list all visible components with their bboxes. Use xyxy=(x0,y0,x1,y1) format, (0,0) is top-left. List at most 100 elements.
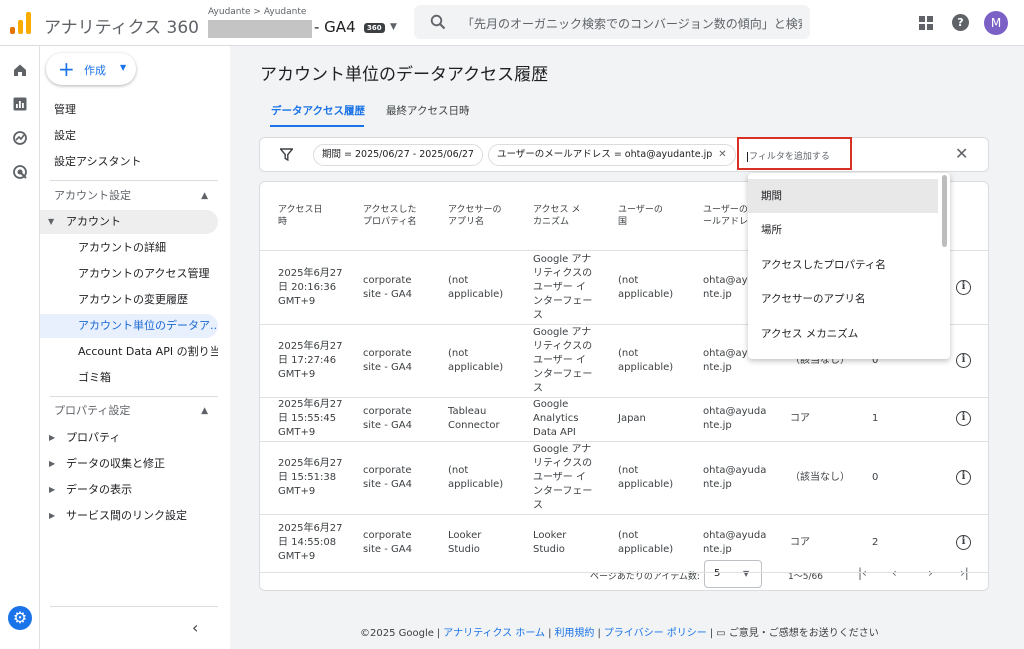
nav-item-account-change-history[interactable]: アカウントの変更履歴 xyxy=(40,288,218,312)
nav-item-account-access[interactable]: アカウントのアクセス管理 xyxy=(40,262,218,286)
next-page-icon[interactable]: › xyxy=(928,566,933,580)
account-settings-label: アカウント設定 xyxy=(54,189,131,202)
cell-email: ohta@ayuda nte.jp xyxy=(703,530,767,555)
cell-app-name: Looker Studio xyxy=(448,530,482,555)
filter-funnel-icon[interactable] xyxy=(280,148,293,161)
cell-app-name: (not applicable) xyxy=(448,347,504,373)
last-page-icon[interactable]: ›| xyxy=(960,566,969,580)
nav-group-account[interactable]: ▼ アカウント xyxy=(40,210,218,234)
create-button-label: 作成 xyxy=(84,64,106,77)
property-settings-section[interactable]: プロパティ設定 ▲ xyxy=(40,398,218,424)
cell-access-date: 2025年6月27 日 14:55:08 GMT+9 xyxy=(278,523,343,562)
cell-property-name: corporate site - GA4 xyxy=(363,406,412,431)
nav-item-setup-assistant[interactable]: 設定アシスタント xyxy=(40,150,218,174)
expand-caret-icon: ▶ xyxy=(49,459,56,468)
chevron-up-icon: ▲ xyxy=(201,406,208,416)
cell-property-name: corporate site - GA4 xyxy=(363,464,412,490)
add-filter-input[interactable]: フィルタを追加する xyxy=(747,149,830,162)
column-header-property-name[interactable]: アクセスした プロパティ名 xyxy=(363,204,417,228)
row-divider xyxy=(260,441,988,442)
nav-group-account-label: アカウント xyxy=(66,215,121,228)
column-header-country[interactable]: ユーザーの国 xyxy=(618,204,663,228)
advertising-icon[interactable] xyxy=(12,164,28,180)
nav-group-property[interactable]: ▶ プロパティ xyxy=(40,426,218,450)
expand-caret-icon: ▼ xyxy=(48,217,55,226)
explore-icon[interactable] xyxy=(12,130,28,146)
row-info-icon[interactable]: i xyxy=(956,279,971,295)
tab-last-access-time[interactable]: 最終アクセス日時 xyxy=(386,103,469,118)
expand-caret-icon: ▶ xyxy=(49,511,56,520)
dropdown-option-date-range[interactable]: 期間 xyxy=(748,179,938,213)
cell-product: （該当なし） xyxy=(790,471,850,483)
clear-filters-close-icon[interactable]: ✕ xyxy=(955,144,968,163)
reports-icon[interactable] xyxy=(12,96,28,112)
nav-item-account-data-access[interactable]: アカウント単位のデータア... xyxy=(40,314,218,338)
first-page-icon[interactable]: |‹ xyxy=(858,566,867,580)
row-info-icon[interactable]: i xyxy=(956,469,971,485)
dropdown-option-mechanism[interactable]: アクセス メカニズム xyxy=(748,317,938,351)
property-name[interactable]: - GA4 xyxy=(314,18,356,36)
tab-data-access-history[interactable]: データアクセス履歴 xyxy=(271,103,365,118)
cell-country: (not applicable) xyxy=(618,347,674,373)
home-icon[interactable] xyxy=(12,62,28,78)
filter-chip-date[interactable]: 期間 = 2025/06/27 - 2025/06/27 xyxy=(313,144,483,166)
cell-app-name: (not applicable) xyxy=(448,464,504,490)
footer-link-privacy[interactable]: プライバシー ポリシー xyxy=(604,628,707,639)
divider xyxy=(50,180,218,181)
property-chevron-down-icon[interactable]: ▼ xyxy=(390,22,397,32)
dropdown-option-property-name[interactable]: アクセスしたプロパティ名 xyxy=(748,248,938,282)
footer-link-terms[interactable]: 利用規約 xyxy=(554,628,594,639)
cell-mechanism: Google アナ リティクスの ユーザー インターフェース xyxy=(533,253,593,321)
filter-bar: 期間 = 2025/06/27 - 2025/06/27 ユーザーのメールアドレ… xyxy=(259,137,989,172)
nav-item-account-details[interactable]: アカウントの詳細 xyxy=(40,236,218,260)
filter-chip-email[interactable]: ユーザーのメールアドレス = ohta@ayudante.jp ✕ xyxy=(488,144,736,166)
cell-property-name: corporate site - GA4 xyxy=(363,274,412,300)
nav-group-label: データの収集と修正 xyxy=(66,457,165,470)
footer-link-analytics-home[interactable]: アナリティクス ホーム xyxy=(443,628,545,639)
admin-gear-icon[interactable]: ⚙ xyxy=(8,606,32,630)
apps-grid-icon[interactable] xyxy=(919,16,933,30)
column-header-app-name[interactable]: アクセサーの アプリ名 xyxy=(448,204,502,228)
cell-country: (not applicable) xyxy=(618,530,674,555)
column-header-mechanism[interactable]: アクセス メカニズム xyxy=(533,204,580,228)
create-button[interactable]: + 作成 ▼ xyxy=(46,53,136,85)
row-info-icon[interactable]: i xyxy=(956,535,971,550)
collapse-nav-chevron-left-icon[interactable]: ‹ xyxy=(192,618,198,637)
analytics-logo-icon[interactable] xyxy=(10,12,32,34)
row-info-icon[interactable]: i xyxy=(956,352,971,368)
nav-item-trash[interactable]: ゴミ箱 xyxy=(40,366,218,390)
nav-group-data-display[interactable]: ▶ データの表示 xyxy=(40,478,218,502)
search-placeholder[interactable]: 「先月のオーガニック検索でのコンバージョン数の傾向」と検索... xyxy=(462,15,802,32)
expand-caret-icon: ▶ xyxy=(49,485,56,494)
nav-group-data-collection[interactable]: ▶ データの収集と修正 xyxy=(40,452,218,476)
dropdown-option-location[interactable]: 場所 xyxy=(748,213,938,247)
cell-mechanism: Google Analytics Data API xyxy=(533,399,579,438)
row-info-icon[interactable]: i xyxy=(956,411,971,426)
nav-group-label: プロパティ xyxy=(66,431,121,444)
account-settings-section[interactable]: アカウント設定 ▲ xyxy=(40,183,218,209)
help-icon[interactable]: ? xyxy=(952,14,969,31)
previous-page-icon[interactable]: ‹ xyxy=(892,566,897,580)
cell-country: (not applicable) xyxy=(618,274,674,300)
avatar[interactable]: M xyxy=(984,11,1008,35)
account-breadcrumb[interactable]: Ayudante > Ayudante xyxy=(208,7,306,17)
cell-mechanism: Google アナ リティクスの ユーザー インターフェース xyxy=(533,326,593,394)
filter-dimension-dropdown: 期間 場所 アクセスしたプロパティ名 アクセサーのアプリ名 アクセス メカニズム xyxy=(748,173,950,359)
nav-item-account-data-api[interactable]: Account Data API の割り当... xyxy=(40,340,218,364)
filter-chip-label: 期間 = 2025/06/27 - 2025/06/27 xyxy=(322,149,474,160)
dropdown-scrollbar[interactable] xyxy=(942,175,947,247)
column-header-access-date[interactable]: アクセス日時 xyxy=(278,204,323,228)
search-bar[interactable]: 「先月のオーガニック検索でのコンバージョン数の傾向」と検索... xyxy=(414,5,810,39)
nav-item-admin[interactable]: 管理 xyxy=(40,98,218,122)
items-per-page-select[interactable]: 5 ▼ xyxy=(704,560,762,588)
footer-feedback[interactable]: ご意見・ご感想をお送りください xyxy=(729,628,879,639)
divider xyxy=(50,606,218,607)
remove-chip-close-icon[interactable]: ✕ xyxy=(718,149,726,160)
nav-group-label: サービス間のリンク設定 xyxy=(66,509,187,522)
nav-item-settings[interactable]: 設定 xyxy=(40,124,218,148)
dropdown-option-app-name[interactable]: アクセサーのアプリ名 xyxy=(748,282,938,316)
add-filter-placeholder: フィルタを追加する xyxy=(749,152,830,162)
app-title: アナリティクス 360 xyxy=(44,18,199,38)
cell-email: ohta@ayuda nte.jp xyxy=(703,406,767,431)
nav-group-product-links[interactable]: ▶ サービス間のリンク設定 xyxy=(40,504,218,528)
